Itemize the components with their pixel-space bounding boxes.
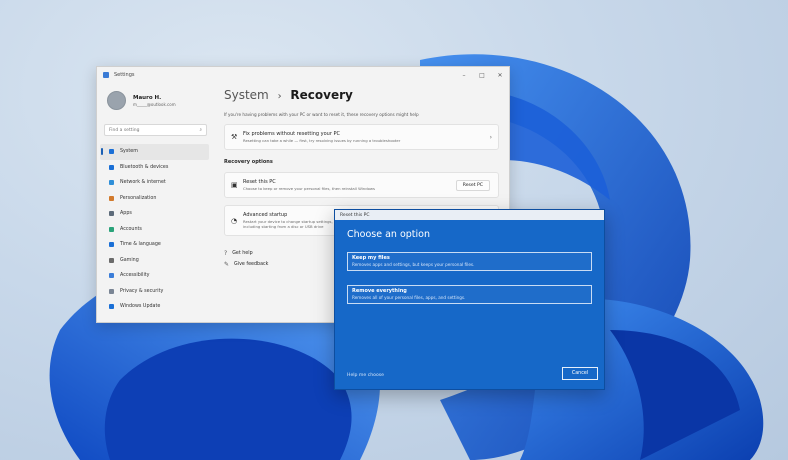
remove-everything-desc: Removes all of your personal files, apps… [352, 295, 466, 300]
breadcrumb-parent[interactable]: System [224, 88, 269, 102]
search-input[interactable]: Find a setting ⌕ [104, 124, 207, 136]
reset-pc-desc: Choose to keep or remove your personal f… [243, 186, 376, 191]
dialog-heading: Choose an option [347, 229, 430, 240]
help-icon: ? [224, 250, 228, 257]
person-icon [109, 226, 114, 232]
give-feedback-label: Give feedback [234, 262, 269, 267]
settings-window-title: Settings [114, 72, 135, 78]
feedback-icon: ✎ [224, 261, 230, 268]
reset-pc-title: Reset this PC [243, 179, 276, 185]
remove-everything-title: Remove everything [352, 288, 407, 294]
gamepad-icon [109, 257, 114, 263]
sidebar-item-personalization[interactable]: Personalization [100, 191, 209, 207]
remove-everything-option[interactable]: Remove everything Removes all of your pe… [347, 285, 592, 304]
sidebar-item-apps[interactable]: Apps [100, 206, 209, 222]
brush-icon [109, 195, 114, 201]
search-placeholder: Find a setting [109, 127, 140, 133]
maximize-icon[interactable]: □ [473, 72, 491, 79]
advanced-startup-desc: Restart your device to change startup se… [243, 219, 333, 229]
get-help-label: Get help [232, 251, 253, 256]
sidebar-nav: System Bluetooth & devices Network & inter… [97, 144, 215, 315]
intro-text: If you're having problems with your PC o… [224, 112, 419, 117]
keep-my-files-option[interactable]: Keep my files Removes apps and settings,… [347, 252, 592, 271]
sidebar-item-label: Personalization [120, 195, 157, 201]
keep-my-files-title: Keep my files [352, 255, 390, 261]
close-icon[interactable]: ✕ [491, 72, 509, 79]
sidebar-item-label: Accessibility [120, 273, 150, 279]
update-icon [109, 304, 114, 310]
reset-pc-icon: ▣ [231, 181, 238, 189]
troubleshoot-desc: Resetting can take a while — first, try … [243, 138, 401, 143]
sidebar-item-label: Accounts [120, 226, 142, 232]
chevron-right-icon: › [489, 133, 492, 141]
sidebar-item-privacy-security[interactable]: Privacy & security [100, 284, 209, 300]
reset-pc-button[interactable]: Reset PC [455, 179, 490, 191]
shield-icon [109, 288, 114, 294]
sidebar-item-label: Gaming [120, 257, 139, 263]
user-profile[interactable]: Mauro H. m_____@outlook.com [97, 83, 215, 110]
sidebar-item-label: Apps [120, 211, 132, 217]
settings-app-icon [103, 72, 109, 78]
sidebar-item-accounts[interactable]: Accounts [100, 222, 209, 238]
wrench-icon: ⚒ [231, 133, 238, 141]
profile-email: m_____@outlook.com [133, 101, 176, 107]
dialog-titlebar: Reset this PC [335, 210, 604, 220]
recovery-options-heading: Recovery options [224, 159, 273, 165]
keep-my-files-desc: Removes apps and settings, but keeps you… [352, 262, 475, 267]
troubleshoot-card[interactable]: ⚒ Fix problems without resetting your PC… [224, 124, 499, 150]
advanced-startup-title: Advanced startup [243, 212, 288, 218]
cancel-button[interactable]: Cancel [562, 367, 598, 380]
sidebar-item-network-internet[interactable]: Network & internet [100, 175, 209, 191]
globe-icon [109, 242, 114, 248]
apps-icon [109, 211, 114, 217]
troubleshoot-title: Fix problems without resetting your PC [243, 131, 341, 137]
reset-pc-dialog: Reset this PC Choose an option Keep my f… [334, 209, 605, 390]
sidebar-item-system[interactable]: System [100, 144, 209, 160]
sidebar-item-label: Windows Update [120, 304, 161, 310]
sidebar-item-windows-update[interactable]: Windows Update [100, 299, 209, 315]
sidebar-item-label: Network & internet [120, 180, 166, 186]
network-icon [109, 180, 114, 186]
bluetooth-icon [109, 164, 114, 170]
avatar [107, 91, 126, 110]
monitor-icon [109, 149, 114, 155]
sidebar-item-label: Privacy & security [120, 288, 164, 294]
accessibility-icon [109, 273, 114, 279]
minimize-icon[interactable]: – [455, 72, 473, 79]
reset-pc-card: ▣ Reset this PC Choose to keep or remove… [224, 172, 499, 198]
sidebar-item-label: Bluetooth & devices [120, 164, 169, 170]
search-icon: ⌕ [199, 128, 202, 133]
sidebar-item-gaming[interactable]: Gaming [100, 253, 209, 269]
profile-name: Mauro H. [133, 94, 162, 101]
sidebar-item-label: System [120, 149, 138, 155]
breadcrumb: System › Recovery [224, 88, 499, 102]
sidebar-item-accessibility[interactable]: Accessibility [100, 268, 209, 284]
sidebar-item-time-language[interactable]: Time & language [100, 237, 209, 253]
page-title: Recovery [290, 88, 353, 102]
advanced-startup-icon: ◔ [231, 216, 238, 225]
settings-sidebar: Mauro H. m_____@outlook.com Find a setti… [97, 83, 215, 322]
help-me-choose-link[interactable]: Help me choose [347, 373, 384, 378]
sidebar-item-bluetooth-devices[interactable]: Bluetooth & devices [100, 160, 209, 176]
chevron-right-icon: › [277, 91, 282, 102]
sidebar-item-label: Time & language [120, 242, 161, 248]
settings-titlebar: Settings – □ ✕ [97, 67, 509, 83]
